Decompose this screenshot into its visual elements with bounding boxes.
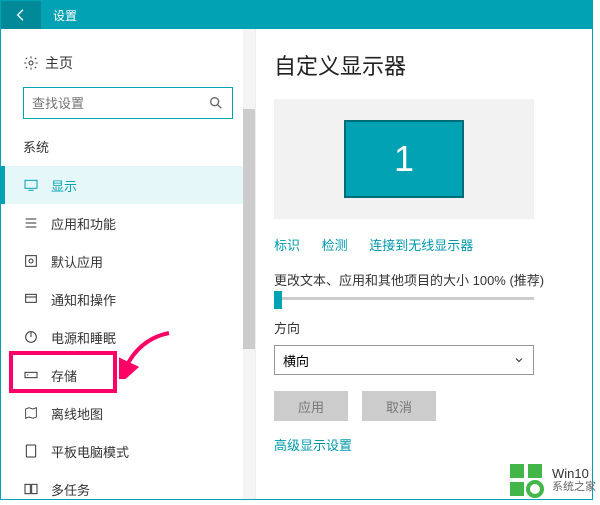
list-icon xyxy=(23,215,51,231)
sidebar-item-label: 应用和功能 xyxy=(51,214,116,233)
arrow-left-icon xyxy=(13,7,29,23)
monitor-number: 1 xyxy=(394,138,414,180)
sidebar-item-label: 多任务 xyxy=(51,480,90,499)
search-input-container[interactable] xyxy=(23,87,233,119)
sidebar-item-tablet[interactable]: 平板电脑模式 xyxy=(1,432,255,470)
default-apps-icon xyxy=(23,253,51,269)
watermark-logo-icon xyxy=(506,460,546,500)
scrollbar-thumb[interactable] xyxy=(243,109,255,349)
display-preview[interactable]: 1 xyxy=(274,99,534,219)
chevron-down-icon xyxy=(513,354,525,366)
watermark-line1: Win10 xyxy=(552,466,596,482)
orientation-value: 横向 xyxy=(283,351,309,370)
button-row: 应用 取消 xyxy=(274,391,592,421)
sidebar-item-label: 存储 xyxy=(51,366,77,385)
multitask-icon xyxy=(23,481,51,497)
sidebar-item-storage[interactable]: 存储 xyxy=(1,356,255,394)
cancel-button[interactable]: 取消 xyxy=(362,391,436,421)
notification-icon xyxy=(23,291,51,307)
sidebar-item-display[interactable]: 显示 xyxy=(1,166,255,204)
orientation-dropdown[interactable]: 横向 xyxy=(274,345,534,375)
home-link[interactable]: 主页 xyxy=(1,47,255,87)
advanced-display-link[interactable]: 高级显示设置 xyxy=(274,438,352,453)
search-icon xyxy=(208,95,224,111)
scale-label: 更改文本、应用和其他项目的大小 100% (推荐) xyxy=(274,270,592,289)
search-input[interactable] xyxy=(32,96,208,111)
window-body: 主页 系统 显示 应用和功能 默认应用 通知和操作 xyxy=(1,29,592,499)
window-title: 设置 xyxy=(41,7,77,24)
watermark-text: Win10 系统之家 xyxy=(552,466,596,495)
slider-thumb[interactable] xyxy=(274,291,282,309)
page-title: 自定义显示器 xyxy=(274,49,592,81)
sidebar-item-label: 平板电脑模式 xyxy=(51,442,129,461)
sidebar-item-apps[interactable]: 应用和功能 xyxy=(1,204,255,242)
map-icon xyxy=(23,405,51,421)
sidebar-item-label: 电源和睡眠 xyxy=(51,328,116,347)
sidebar-item-label: 显示 xyxy=(51,176,77,195)
detect-link[interactable]: 检测 xyxy=(322,238,348,253)
apply-button[interactable]: 应用 xyxy=(274,391,348,421)
sidebar-item-label: 通知和操作 xyxy=(51,290,116,309)
display-action-links: 标识 检测 连接到无线显示器 xyxy=(274,235,592,254)
home-label: 主页 xyxy=(45,53,73,73)
sidebar-item-label: 默认应用 xyxy=(51,252,103,271)
gear-icon xyxy=(23,55,45,71)
sidebar-item-multitask[interactable]: 多任务 xyxy=(1,470,255,499)
sidebar-scrollbar[interactable] xyxy=(243,29,255,499)
watermark: Win10 系统之家 xyxy=(506,459,596,501)
monitor-tile[interactable]: 1 xyxy=(344,120,464,198)
sidebar-item-offline-maps[interactable]: 离线地图 xyxy=(1,394,255,432)
sidebar-item-label: 离线地图 xyxy=(51,404,103,423)
power-icon xyxy=(23,329,51,345)
wireless-display-link[interactable]: 连接到无线显示器 xyxy=(369,238,473,253)
tablet-icon xyxy=(23,443,51,459)
main-panel: 自定义显示器 1 标识 检测 连接到无线显示器 更改文本、应用和其他项目的大小 … xyxy=(256,29,592,499)
back-button[interactable] xyxy=(1,1,41,29)
identify-link[interactable]: 标识 xyxy=(274,238,300,253)
watermark-line2: 系统之家 xyxy=(552,481,596,494)
storage-icon xyxy=(23,367,51,383)
titlebar: 设置 xyxy=(1,1,592,29)
settings-window: 设置 主页 系统 显示 应用和功能 xyxy=(0,0,593,500)
category-label: 系统 xyxy=(1,137,255,166)
sidebar: 主页 系统 显示 应用和功能 默认应用 通知和操作 xyxy=(1,29,256,499)
monitor-icon xyxy=(23,177,51,193)
orientation-label: 方向 xyxy=(274,318,592,337)
sidebar-item-power[interactable]: 电源和睡眠 xyxy=(1,318,255,356)
scale-slider[interactable] xyxy=(274,297,534,300)
sidebar-item-default-apps[interactable]: 默认应用 xyxy=(1,242,255,280)
sidebar-item-notifications[interactable]: 通知和操作 xyxy=(1,280,255,318)
